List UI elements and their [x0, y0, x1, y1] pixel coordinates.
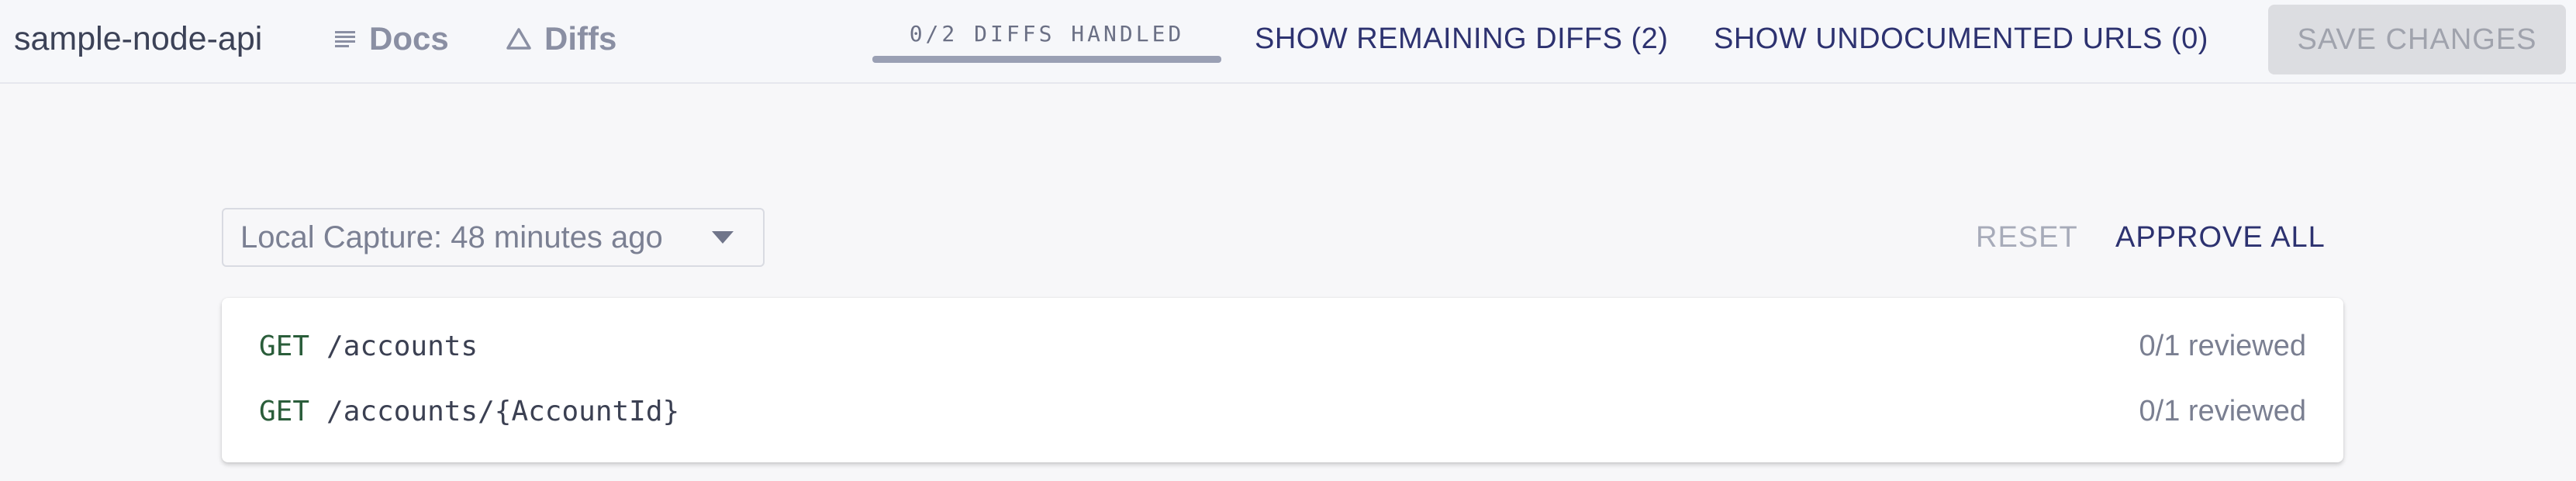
capture-select-value: Local Capture: 48 minutes ago	[240, 220, 663, 254]
progress-label: 0/2 DIFFS HANDLED	[909, 21, 1185, 47]
endpoint-row[interactable]: GET/accounts 0/1 reviewed	[259, 323, 2306, 369]
nav-docs[interactable]: Docs	[333, 17, 449, 61]
docs-lines-icon	[335, 31, 355, 47]
save-changes-button[interactable]: SAVE CHANGES	[2268, 5, 2566, 74]
endpoint-path: /accounts	[326, 330, 478, 362]
show-undocumented-urls-button[interactable]: SHOW UNDOCUMENTED URLS (0)	[1714, 17, 2208, 61]
nav-diffs-label: Diffs	[544, 20, 617, 57]
triangle-icon	[506, 28, 531, 50]
nav-docs-label: Docs	[369, 20, 449, 57]
top-bar: sample-node-api Docs Diffs 0/2 DIFFS HAN…	[0, 0, 2576, 84]
endpoint-row[interactable]: GET/accounts/{AccountId} 0/1 reviewed	[259, 388, 2306, 434]
review-status: 0/1 reviewed	[2139, 394, 2306, 427]
endpoint-path: /accounts/{AccountId}	[326, 395, 680, 427]
endpoint-signature: GET/accounts/{AccountId}	[259, 396, 679, 427]
show-remaining-diffs-button[interactable]: SHOW REMAINING DIFFS (2)	[1255, 17, 1668, 61]
http-method: GET	[259, 395, 310, 427]
progress-track	[872, 56, 1221, 63]
nav-diffs[interactable]: Diffs	[506, 17, 616, 61]
endpoint-list-card: GET/accounts 0/1 reviewed GET/accounts/{…	[222, 298, 2343, 462]
approve-all-button[interactable]: APPROVE ALL	[2115, 216, 2326, 259]
diffs-progress: 0/2 DIFFS HANDLED	[872, 17, 1221, 63]
reset-button[interactable]: RESET	[1976, 216, 2078, 259]
review-status: 0/1 reviewed	[2139, 329, 2306, 362]
http-method: GET	[259, 330, 310, 362]
capture-select[interactable]: Local Capture: 48 minutes ago	[222, 208, 765, 267]
caret-down-icon	[712, 231, 734, 244]
app-name[interactable]: sample-node-api	[14, 17, 262, 61]
endpoint-signature: GET/accounts	[259, 330, 478, 362]
